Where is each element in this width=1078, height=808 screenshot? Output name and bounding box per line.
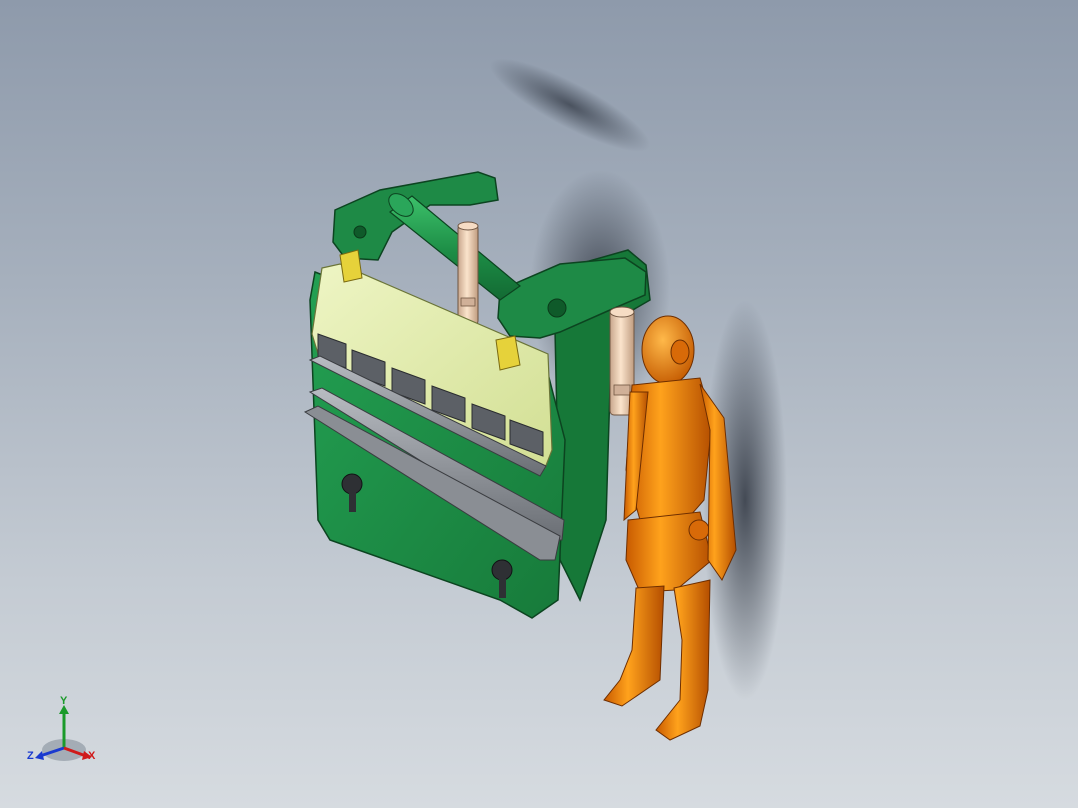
shadow-machine-top: [489, 58, 651, 152]
mannequin-face-detail: [670, 339, 690, 365]
graphics-viewport[interactable]: Y Z X: [0, 0, 1078, 808]
triad-y-label: Y: [60, 695, 68, 707]
mannequin-leg-right[interactable]: [655, 579, 711, 741]
frame-hole-front: [353, 225, 367, 239]
mannequin-hip-joint: [688, 519, 710, 541]
hydraulic-cylinder-left[interactable]: [457, 221, 479, 326]
frame-hole: [547, 298, 567, 318]
triad-z-label: Z: [27, 750, 34, 762]
triad-x-label: X: [88, 750, 96, 762]
cad-scene[interactable]: [0, 0, 1078, 808]
orientation-triad[interactable]: Y Z X: [24, 694, 108, 768]
yellow-bracket-left: [339, 249, 363, 283]
mannequin-leg-left[interactable]: [603, 585, 665, 707]
